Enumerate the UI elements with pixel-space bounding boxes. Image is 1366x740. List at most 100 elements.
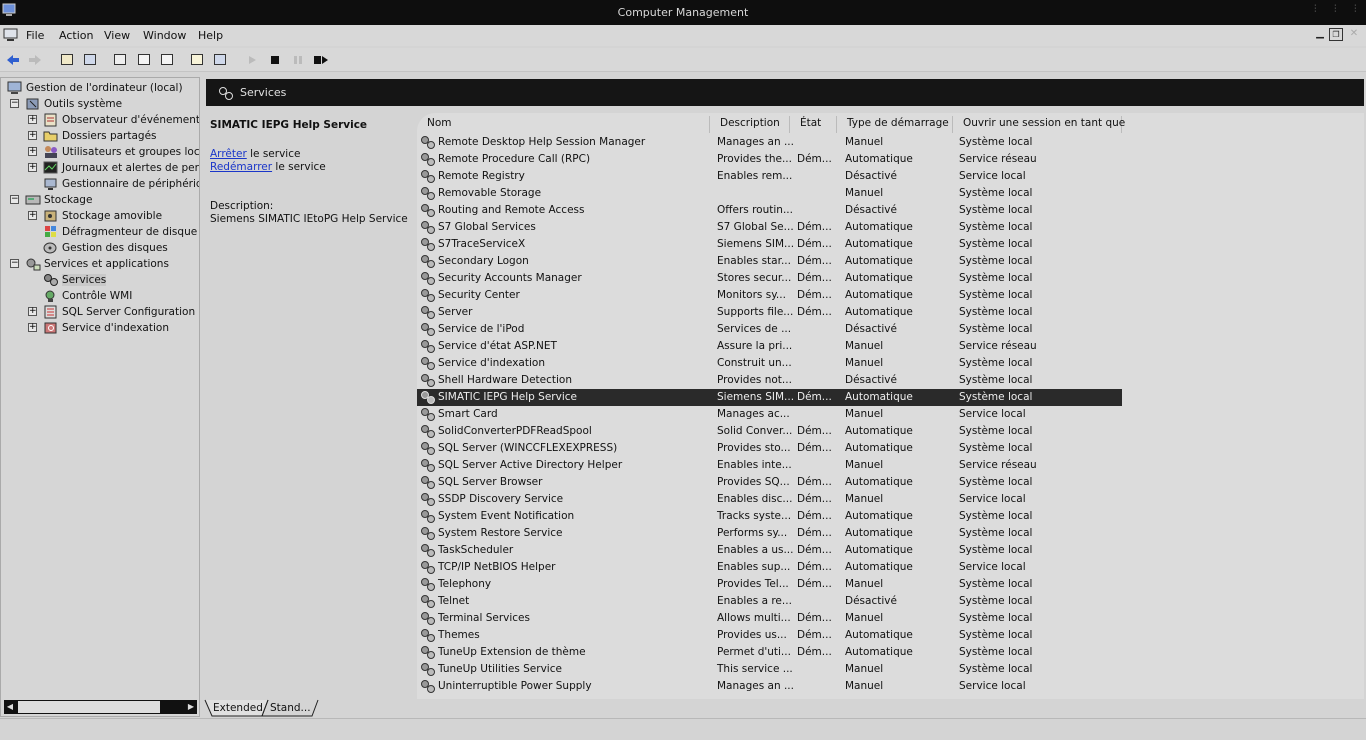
table-row[interactable]: Telnet Enables a re... Désactivé Système lo… (417, 593, 1122, 610)
maximize-icon[interactable]: ⫶ (1334, 4, 1337, 15)
table-row[interactable]: TuneUp Extension de thème Permet d'uti...… (417, 644, 1122, 661)
column-header-status[interactable]: État (790, 116, 837, 133)
expand-observateur[interactable]: + (28, 115, 37, 124)
tree-node-sql-server-configuration[interactable]: SQL Server Configuration Manager (43, 304, 199, 320)
stop-service-link[interactable]: Arrêter (210, 148, 247, 160)
table-row[interactable]: Security Center Monitors sy... Dém... Autom… (417, 287, 1122, 304)
collapse-outils-systeme[interactable]: − (10, 99, 19, 108)
table-row[interactable]: S7TraceServiceX Siemens SIM... Dém... Autom… (417, 236, 1122, 253)
tree-node-services-applications[interactable]: Services et applications (25, 256, 169, 272)
service-startup-type: Automatique (845, 391, 913, 403)
scroll-right-icon[interactable]: ▶ (185, 700, 197, 714)
column-header-name[interactable]: Nom (417, 116, 710, 133)
table-row[interactable]: Security Accounts Manager Stores secur...… (417, 270, 1122, 287)
forward-button[interactable] (27, 52, 43, 67)
tree-node-gestionnaire-peripheriques[interactable]: Gestionnaire de périphériques (43, 176, 199, 192)
table-row[interactable]: TaskScheduler Enables a us... Dém... Automa… (417, 542, 1122, 559)
mdi-close-icon[interactable]: ✕ (1347, 28, 1361, 41)
menu-view[interactable]: View (104, 29, 130, 42)
up-one-level-button[interactable] (59, 52, 75, 67)
mdi-minimize-icon[interactable]: ▁ (1313, 28, 1327, 41)
table-row[interactable]: Remote Procedure Call (RPC) Provides the.… (417, 151, 1122, 168)
tree-node-stockage[interactable]: Stockage (25, 192, 92, 208)
table-row[interactable]: SQL Server (WINCCFLEXEXPRESS) Provides st… (417, 440, 1122, 457)
expand-stockage-amovible[interactable]: + (28, 211, 37, 220)
service-status: Dém... (797, 221, 832, 233)
help-button[interactable] (189, 52, 205, 67)
table-row[interactable]: Remote Registry Enables rem... Désactivé Se… (417, 168, 1122, 185)
menu-window[interactable]: Window (143, 29, 186, 42)
tree-node-utilisateurs-groupes[interactable]: Utilisateurs et groupes locaux (43, 144, 199, 160)
table-row[interactable]: Shell Hardware Detection Provides not... D… (417, 372, 1122, 389)
tree-node-services[interactable]: Services (43, 272, 107, 288)
service-startup-type: Automatique (845, 289, 913, 301)
tree-node-stockage-amovible[interactable]: Stockage amovible (43, 208, 162, 224)
table-row[interactable]: Uninterruptible Power Supply Manages an .… (417, 678, 1122, 695)
table-row[interactable]: SolidConverterPDFReadSpool Solid Conver..… (417, 423, 1122, 440)
tab-standard[interactable]: Stand... (260, 700, 321, 716)
pause-service-button[interactable] (290, 52, 306, 67)
table-row[interactable]: Remote Desktop Help Session Manager Manag… (417, 134, 1122, 151)
refresh-button[interactable] (136, 52, 152, 67)
table-row[interactable]: System Event Notification Tracks syste...… (417, 508, 1122, 525)
table-row[interactable]: S7 Global Services S7 Global Se... Dém... A… (417, 219, 1122, 236)
tree-node-dossiers-partages[interactable]: Dossiers partagés (43, 128, 157, 144)
show-hide-action-pane-button[interactable] (212, 52, 228, 67)
table-row[interactable]: Service d'indexation Construit un... Manue… (417, 355, 1122, 372)
table-row[interactable]: SQL Server Active Directory Helper Enable… (417, 457, 1122, 474)
collapse-services-applications[interactable]: − (10, 259, 19, 268)
scrollbar-thumb[interactable] (18, 701, 160, 713)
table-row[interactable]: SQL Server Browser Provides SQ... Dém... Au… (417, 474, 1122, 491)
tree-node-defragmenteur[interactable]: Défragmenteur de disque (43, 224, 197, 240)
show-hide-tree-button[interactable] (82, 52, 98, 67)
tree-horizontal-scrollbar[interactable]: ◀ ▶ (4, 700, 197, 714)
table-row[interactable]: Telephony Provides Tel... Dém... Manuel Syst… (417, 576, 1122, 593)
table-row[interactable]: Removable Storage Manuel Système local (417, 185, 1122, 202)
menu-file[interactable]: File (26, 29, 44, 42)
table-row[interactable]: SSDP Discovery Service Enables disc... Dém… (417, 491, 1122, 508)
table-row[interactable]: Themes Provides us... Dém... Automatique Sys… (417, 627, 1122, 644)
tree-node-computer-management[interactable]: Gestion de l'ordinateur (local) (7, 80, 183, 96)
menu-help[interactable]: Help (198, 29, 223, 42)
properties-button[interactable] (112, 52, 128, 67)
tree-node-journaux-alertes[interactable]: Journaux et alertes de performance (43, 160, 199, 176)
table-row[interactable]: System Restore Service Performs sy... Dém.… (417, 525, 1122, 542)
table-row[interactable]: Terminal Services Allows multi... Dém... Ma… (417, 610, 1122, 627)
table-row[interactable]: TuneUp Utilities Service This service ...… (417, 661, 1122, 678)
tree-node-observateur-evenements[interactable]: Observateur d'événements (43, 112, 199, 128)
table-row[interactable]: Routing and Remote Access Offers routin..… (417, 202, 1122, 219)
restart-service-link[interactable]: Redémarrer (210, 161, 272, 173)
tree-node-gestion-disques[interactable]: Gestion des disques (43, 240, 168, 256)
mdi-restore-icon[interactable]: ❐ (1329, 28, 1343, 41)
table-row[interactable]: TCP/IP NetBIOS Helper Enables sup... Dém..… (417, 559, 1122, 576)
expand-utilisateurs[interactable]: + (28, 147, 37, 156)
stop-service-button[interactable] (267, 52, 283, 67)
table-row[interactable]: Service d'état ASP.NET Assure la pri... Ma… (417, 338, 1122, 355)
back-button[interactable] (5, 52, 21, 67)
expand-sql-server-config[interactable]: + (28, 307, 37, 316)
start-service-button[interactable] (244, 52, 260, 67)
column-header-startup-type[interactable]: Type de démarrage (837, 116, 953, 133)
expand-journaux[interactable]: + (28, 163, 37, 172)
close-icon[interactable]: ⫶ (1354, 4, 1357, 15)
system-menu-icon[interactable] (3, 27, 19, 43)
minimize-icon[interactable]: ⫶ (1314, 4, 1317, 15)
table-row[interactable]: SIMATIC IEPG Help Service Siemens SIM... D… (417, 389, 1122, 406)
column-header-log-on-as[interactable]: Ouvrir une session en tant que (953, 116, 1125, 133)
restart-service-button[interactable] (313, 52, 329, 67)
expand-dossiers-partages[interactable]: + (28, 131, 37, 140)
table-row[interactable]: Smart Card Manages ac... Manuel Service loc… (417, 406, 1122, 423)
expand-service-indexation[interactable]: + (28, 323, 37, 332)
tree-node-controle-wmi[interactable]: Contrôle WMI (43, 288, 132, 304)
scroll-left-icon[interactable]: ◀ (4, 700, 16, 714)
table-row[interactable]: Secondary Logon Enables star... Dém... Auto… (417, 253, 1122, 270)
services-header: Services (206, 79, 1364, 106)
tree-node-outils-systeme[interactable]: Outils système (25, 96, 122, 112)
export-list-button[interactable] (159, 52, 175, 67)
table-row[interactable]: Service de l'iPod Services de ... Désactiv… (417, 321, 1122, 338)
collapse-stockage[interactable]: − (10, 195, 19, 204)
menu-action[interactable]: Action (59, 29, 93, 42)
table-row[interactable]: Server Supports file... Dém... Automatique S… (417, 304, 1122, 321)
column-header-description[interactable]: Description (710, 116, 790, 133)
tree-node-service-indexation[interactable]: Service d'indexation (43, 320, 169, 336)
